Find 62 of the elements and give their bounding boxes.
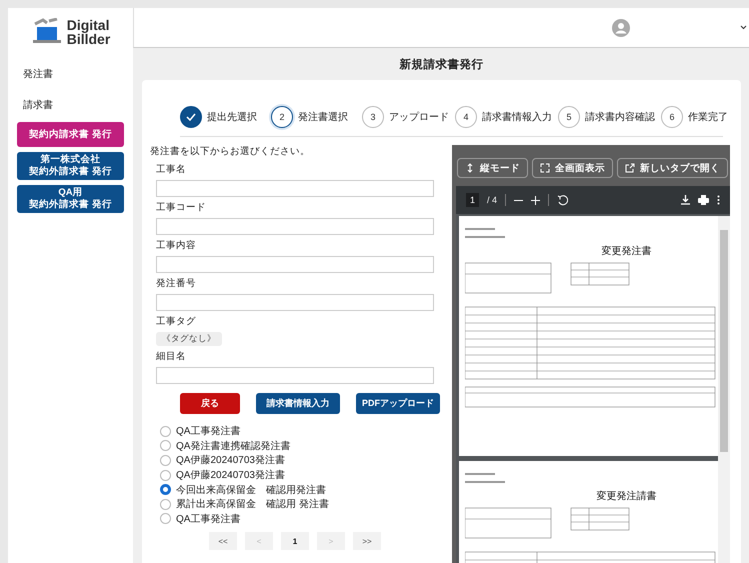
step-label: 作業完了 [688,110,728,124]
viewer-button[interactable]: 新しいタブで開く [617,158,728,178]
external-link-icon [625,163,635,173]
logo-text: Digital Billder [66,18,110,46]
sidebar-link[interactable]: 請求書 [17,89,124,120]
document-title: 変更発注請書 [596,490,658,503]
vertical-arrows-icon [465,163,475,173]
instruction-text: 発注書を以下からお選びください。 [150,145,311,158]
step-label: 提出先選択 [207,110,257,124]
fullscreen-icon [540,163,550,173]
check-icon [186,113,196,121]
issue-invoice-button[interactable]: 契約内請求書 発行 [17,122,124,147]
input-field[interactable] [156,218,434,235]
download-icon[interactable] [681,195,690,205]
step-label: 請求書内容確認 [585,110,655,124]
tag-chip[interactable]: 《タグなし》 [156,332,222,346]
chevron-down-icon[interactable] [740,25,747,30]
pagination-button[interactable]: << [209,532,237,550]
input-field[interactable] [156,180,434,197]
document-title: 変更発注書 [600,244,652,258]
order-radio-option[interactable]: 累計出来高保留金 確認用 発注書 [160,496,440,512]
back-button[interactable]: 戻る [180,393,240,414]
step-label: 発注書選択 [298,110,348,124]
action-button[interactable]: PDFアップロード [356,393,440,414]
step-label: アップロード [389,110,449,124]
scrollbar[interactable] [718,216,730,563]
issue-invoice-button[interactable]: 第一株式会社 契約外請求書 発行 [17,152,124,180]
step-indicator: 2 [271,106,293,128]
sidebar-link[interactable]: 発注書 [17,58,124,89]
action-button[interactable]: 請求書情報入力 [256,393,340,414]
field-label: 工事タグ [156,316,197,328]
field-label: 細目名 [156,351,187,363]
order-radio-option[interactable]: QA工事発注書 [160,424,440,439]
plus-icon[interactable] [531,196,540,204]
input-field[interactable] [156,256,434,273]
step-label: 請求書情報入力 [482,110,552,124]
pagination-button[interactable]: >> [353,532,381,550]
field-label: 工事名 [156,164,187,176]
viewer-button[interactable]: 全画面表示 [532,158,613,178]
field-label: 工事内容 [156,240,197,252]
step-indicator: 5 [558,106,580,128]
viewer-button[interactable]: 縦モード [457,158,528,178]
field-label: 工事コード [156,202,207,214]
input-field[interactable] [156,367,434,384]
step-indicator: 6 [661,106,683,128]
order-radio-option[interactable]: QA伊藤20240703発注書 [160,453,440,468]
order-radio-option[interactable]: 今回出来高保留金 確認用発注書 [160,482,440,497]
issue-invoice-button[interactable]: QA用 契約外請求書 発行 [17,185,124,213]
page-number-field[interactable]: 1 [466,193,480,207]
input-field[interactable] [156,294,434,311]
step-indicator: 4 [455,106,477,128]
field-label: 発注番号 [156,278,197,290]
page-total: / 4 [487,195,498,205]
order-radio-option[interactable]: QA工事発注書 [160,512,440,526]
rotate-icon[interactable] [557,194,568,206]
order-radio-option[interactable]: QA伊藤20240703発注書 [160,468,440,482]
step-indicator: 3 [362,106,384,128]
laptop-logo-icon [30,18,63,46]
page-title: 新規請求書発行 [398,57,484,72]
order-radio-option[interactable]: QA発注書連携確認発注書 [160,438,440,454]
more-vertical-icon[interactable] [717,195,720,205]
pagination-button[interactable]: 1 [281,532,309,550]
